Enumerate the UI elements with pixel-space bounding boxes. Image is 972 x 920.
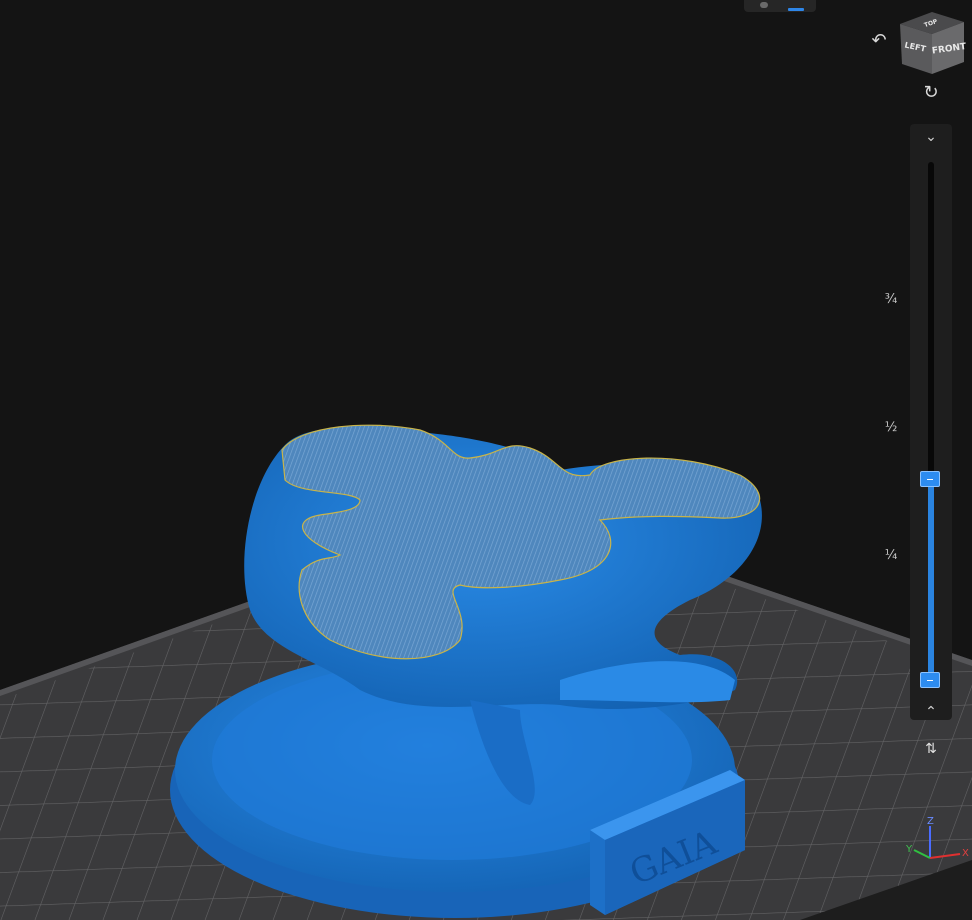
scene: GAIA	[0, 424, 972, 920]
slider-mark-half: ½	[884, 420, 898, 435]
chevron-up-icon[interactable]: ⌃	[920, 702, 942, 722]
top-toolbar-fragment	[744, 0, 816, 12]
rotate-right-icon[interactable]: ↻	[920, 82, 942, 104]
axis-z-label: Z	[927, 816, 934, 827]
axis-x-label: X	[962, 848, 969, 859]
layer-slider-lower-handle[interactable]	[920, 672, 940, 688]
layer-slider-range	[928, 478, 934, 682]
axis-triad: Z X Y	[905, 816, 969, 859]
tab-indicator-active[interactable]	[788, 8, 804, 11]
layer-sort-icon[interactable]: ⇅	[920, 738, 942, 760]
3d-viewport[interactable]: GAIA	[0, 0, 972, 920]
slider-mark-three-quarters: ¾	[884, 292, 898, 307]
axis-y-label: Y	[905, 844, 913, 855]
chevron-down-icon[interactable]: ⌄	[920, 127, 942, 147]
slider-mark-quarter: ¼	[884, 548, 898, 563]
rotate-left-icon[interactable]: ↶	[868, 30, 890, 52]
layer-slider-upper-handle[interactable]	[920, 471, 940, 487]
tab-indicator[interactable]	[760, 2, 768, 8]
view-cube[interactable]: TOP LEFT FRONT	[892, 4, 968, 80]
